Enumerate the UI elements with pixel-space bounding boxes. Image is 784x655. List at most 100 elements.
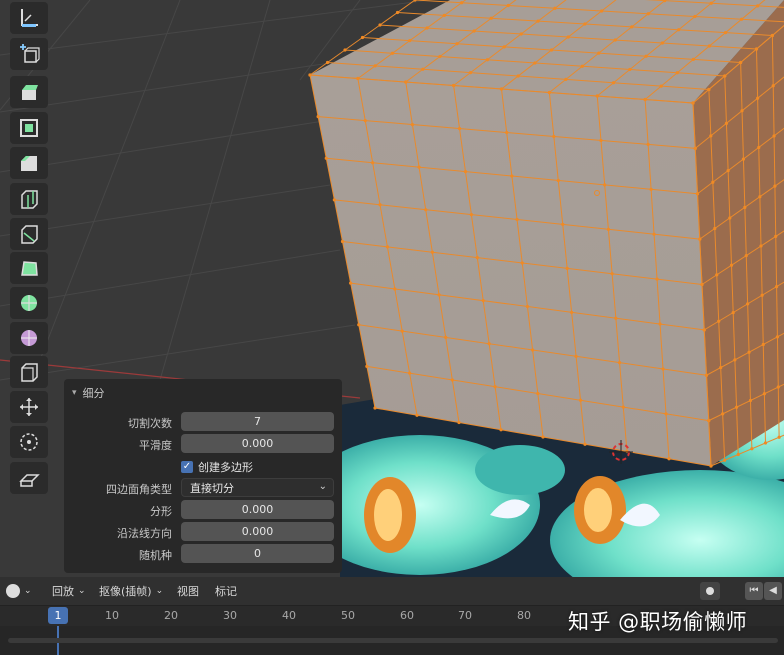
chevron-down-icon: ⌄ (318, 481, 327, 492)
to-sphere-icon[interactable] (10, 426, 48, 458)
checkmark-icon[interactable]: ✓ (181, 461, 193, 473)
view-menu[interactable]: 视图 (177, 582, 199, 600)
play-reverse-icon: ◀ (764, 582, 782, 600)
mesh-vertex (611, 81, 616, 85)
mesh-vertex (463, 169, 468, 174)
number-of-cuts-field[interactable]: 7 (181, 412, 334, 431)
mesh-vertex (643, 97, 647, 102)
play-reverse-button[interactable]: ◀ (764, 582, 782, 600)
record-button[interactable] (700, 582, 720, 600)
mesh-vertex (430, 250, 434, 254)
shrink-fatten-icon[interactable] (10, 391, 48, 423)
mesh-vertex (754, 47, 759, 51)
marker-menu[interactable]: 标记 (215, 582, 237, 600)
chevron-down-icon: ⌄ (78, 586, 86, 596)
ruler-tick: 50 (341, 609, 355, 622)
poly-build-icon[interactable] (10, 252, 48, 284)
chevron-down-icon[interactable]: ▾ (72, 388, 77, 398)
mesh-vertex (578, 398, 583, 402)
extrude-icon[interactable] (10, 76, 48, 108)
edge-slide-icon[interactable] (10, 356, 48, 388)
mesh-vertex (493, 385, 497, 389)
mesh-vertex (739, 60, 743, 65)
mesh-vertex (457, 126, 462, 131)
mesh-vertex (552, 134, 556, 139)
mesh-vertex (707, 419, 711, 423)
mesh-vertex (510, 174, 514, 178)
mesh-vertex (773, 184, 777, 188)
fractal-field[interactable]: 0.000 (181, 500, 334, 519)
mesh-vertex (564, 77, 568, 81)
mesh-vertex (373, 406, 377, 410)
smooth-icon[interactable] (10, 322, 48, 354)
create-ngons-checkbox[interactable]: ✓ 创建多边形 (181, 459, 253, 475)
mesh-vertex (772, 134, 776, 138)
mesh-vertex (531, 348, 535, 352)
random-seed-field[interactable]: 0 (181, 544, 334, 563)
mesh-vertex (565, 266, 569, 270)
mesh-vertex (700, 282, 704, 287)
ruler-tick: 40 (282, 609, 296, 622)
mesh-vertex (721, 412, 725, 416)
mesh-vertex (393, 287, 397, 291)
smoothness-field[interactable]: 0.000 (181, 434, 334, 453)
mesh-vertex (363, 118, 367, 123)
panel-header[interactable]: ▾ 细分 (72, 385, 105, 401)
mesh-vertex (746, 302, 750, 306)
mesh-vertex (332, 198, 336, 202)
ruler-tick: 20 (164, 609, 178, 622)
row-along-normal: 沿法线方向 0.000 (64, 522, 342, 542)
horizontal-scrollbar[interactable] (8, 638, 778, 643)
rip-icon[interactable] (10, 462, 48, 494)
mesh-vertex (777, 435, 781, 439)
chevron-down-icon: ⌄ (24, 586, 32, 596)
mesh-vertex (757, 145, 761, 150)
mesh-vertex (774, 284, 779, 289)
mesh-vertex (748, 398, 753, 403)
loop-cut-icon[interactable] (10, 183, 48, 215)
chevron-down-icon: ⌄ (155, 586, 164, 596)
spin-icon[interactable] (10, 287, 48, 319)
record-icon (700, 582, 720, 600)
editor-type-button[interactable]: ⌄ (6, 582, 32, 600)
mesh-vertex (691, 101, 695, 105)
mesh-vertex (438, 54, 442, 59)
mesh-vertex (516, 74, 520, 78)
mesh-vertex (724, 121, 729, 125)
measure-icon[interactable] (10, 2, 48, 34)
mesh-vertex (472, 29, 476, 33)
mesh-vertex (452, 83, 456, 88)
mesh-vertex (771, 84, 775, 88)
knife-icon[interactable] (10, 218, 48, 250)
quad-corner-type-select[interactable]: 直接切分 ⌄ (181, 478, 334, 497)
add-cube-icon[interactable] (10, 38, 48, 70)
mesh-vertex (343, 48, 347, 52)
keying-menu[interactable]: 抠像(插帧) ⌄ (99, 582, 163, 600)
mesh-vertex (675, 71, 679, 75)
mesh-vertex (570, 310, 574, 314)
row-number-of-cuts: 切割次数 7 (64, 412, 342, 432)
mesh-vertex (750, 447, 754, 451)
mesh-vertex (536, 19, 540, 23)
bevel-icon[interactable] (10, 147, 48, 179)
current-frame-indicator[interactable]: 1 (48, 607, 68, 624)
jump-to-start-button[interactable]: ⏮ (745, 582, 763, 600)
mesh-vertex (437, 293, 441, 297)
mesh-vertex (698, 237, 702, 241)
mesh-vertex (775, 335, 780, 339)
mesh-vertex (740, 109, 744, 113)
mesh-vertex (691, 57, 695, 61)
mesh-vertex (455, 42, 459, 46)
mesh-vertex (610, 272, 614, 276)
ruler-tick: 80 (517, 609, 531, 622)
mesh-vertex (385, 245, 390, 249)
mesh-vertex (658, 322, 662, 326)
quad-corner-type-value: 直接切分 (190, 481, 234, 495)
playback-menu[interactable]: 回放 ⌄ (52, 582, 86, 600)
along-normal-field[interactable]: 0.000 (181, 522, 334, 541)
inset-icon[interactable] (10, 112, 48, 144)
mesh-vertex (357, 323, 361, 327)
mesh-vertex (603, 183, 607, 187)
mesh-vertex (442, 13, 446, 17)
mesh-vertex (736, 452, 740, 457)
